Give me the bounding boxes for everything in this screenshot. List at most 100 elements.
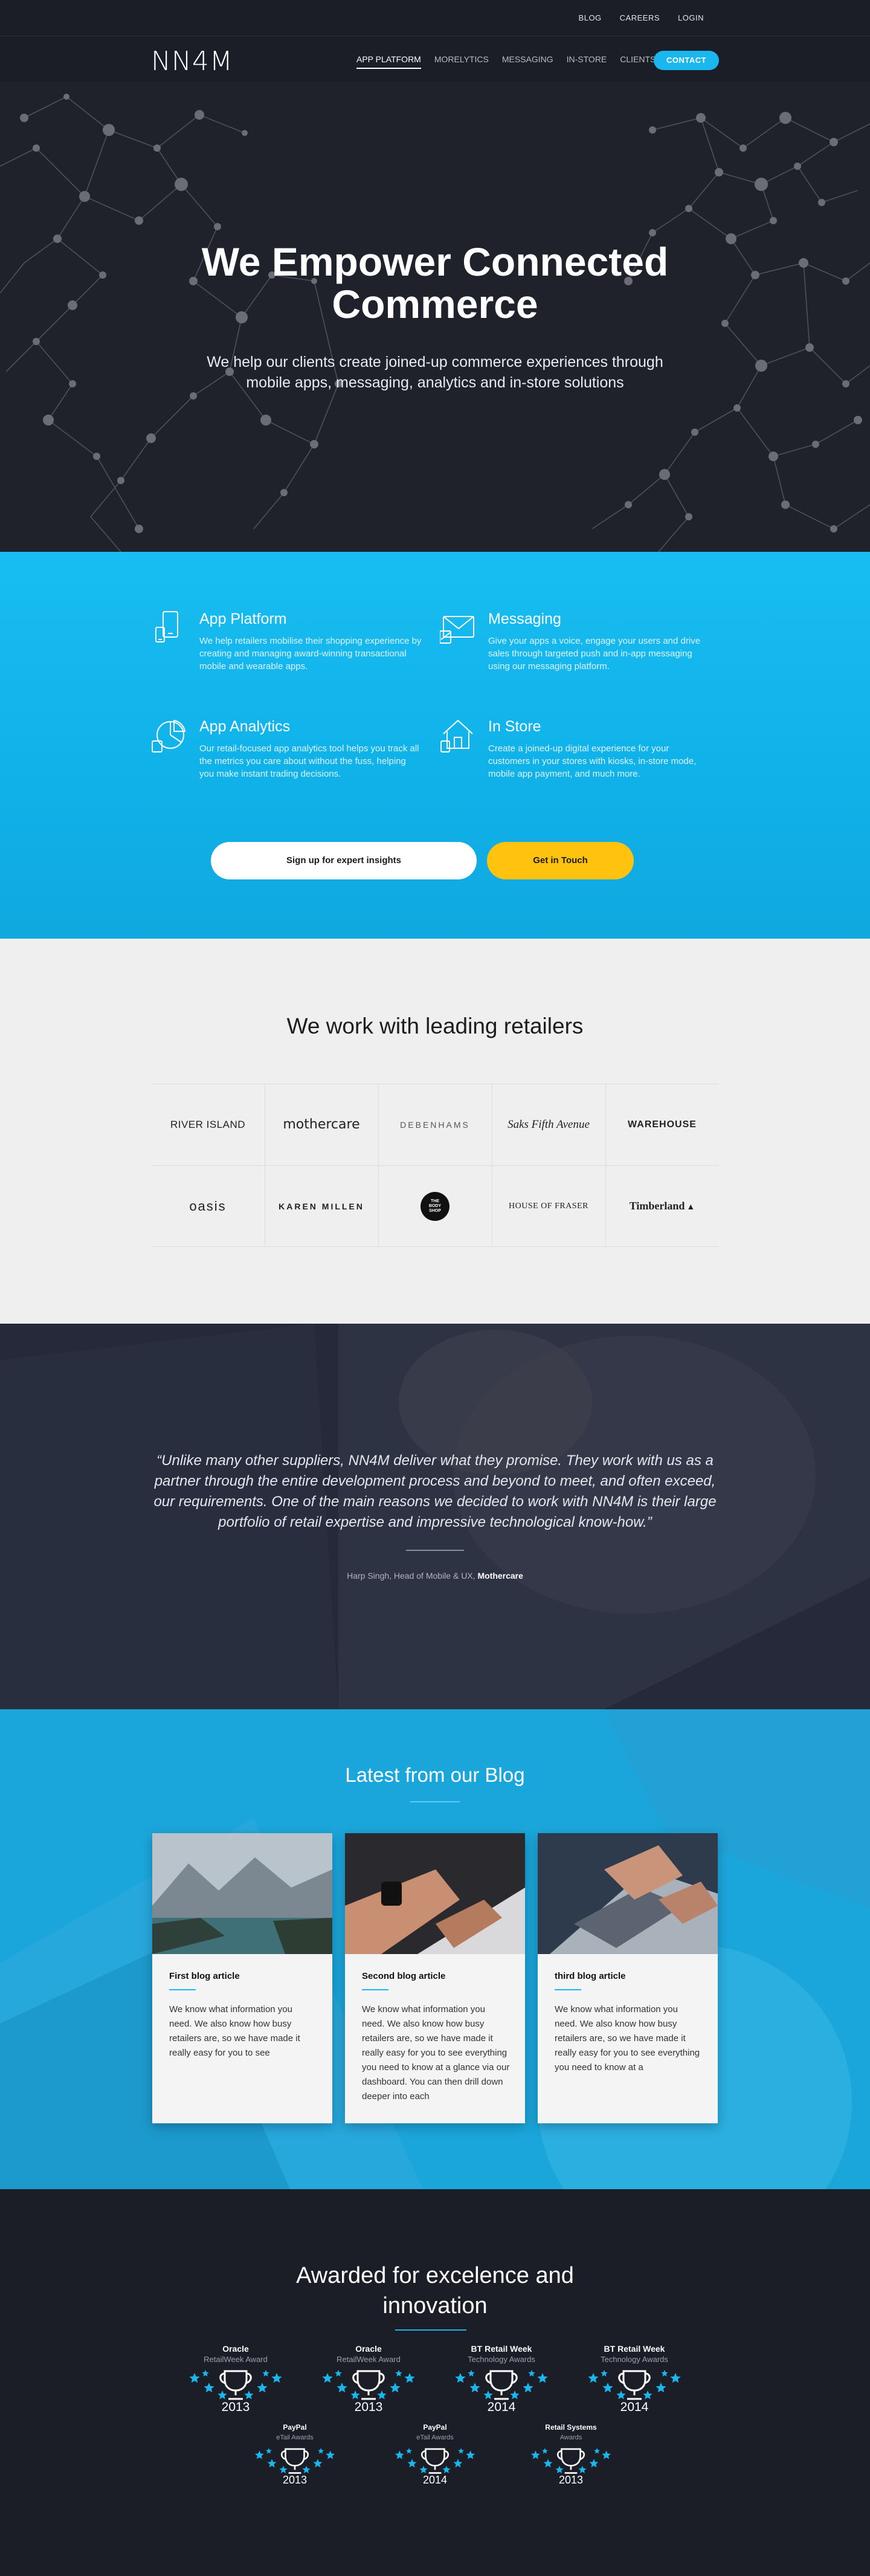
award-paypal-2013: PayPal eTail Awards 2013 [246,2422,343,2487]
card-divider [362,1989,388,1990]
service-title: In Store [488,718,541,735]
logo-house-of-fraser: HOUSE OF FRASER [509,1201,588,1211]
testimonial-author: Harp Singh, Head of Mobile & UX, Motherc… [347,1571,523,1581]
service-title: Messaging [488,610,561,627]
star-icon [543,2459,553,2468]
logo-timberland: Timberland ▲ [629,1200,695,1212]
star-icon [530,2450,540,2459]
star-icon [656,2383,666,2393]
star-icon [670,2373,681,2383]
logo-the-body-shop: THE BODY SHOP [378,1165,492,1247]
award-paypal-2014: PayPal eTail Awards 2014 [387,2422,483,2487]
star-icon [643,2390,652,2400]
card-divider [169,1989,196,1990]
blog-title: Latest from our Blog [345,1764,525,1786]
star-icon [510,2390,520,2400]
blog-card-3[interactable]: third blog article We know what informat… [538,1833,718,2123]
star-icon [455,2373,466,2383]
award-oracle-2013-b: Oracle RetailWeek Award 2013 [314,2344,423,2415]
main-navigation: NN4M APP PLATFORM MORELYTICS MESSAGING I… [0,36,870,82]
star-icon [453,2459,463,2468]
blog-card-1[interactable]: First blog article We know what informat… [152,1833,332,2123]
nav-item-in-store[interactable]: IN-STORE [567,54,607,69]
retailers-title: We work with leading retailers [286,1014,584,1038]
blog-card-2[interactable]: Second blog article We know what informa… [345,1833,525,2123]
star-icon [350,2390,360,2400]
hero-section: We Empower Connected Commerce We help ou… [0,82,870,552]
get-in-touch-button[interactable]: Get in Touch [487,842,634,879]
awards-title: Awarded for excelence and innovation [296,2263,574,2319]
star-icon [313,2459,323,2468]
blog-post-title[interactable]: First blog article [169,1971,240,1981]
signup-insights-button[interactable]: Sign up for expert insights [211,842,477,879]
star-icon [244,2390,254,2400]
star-icon [335,2370,342,2377]
service-title: App Platform [199,610,287,627]
blog-link[interactable]: BLOG [579,13,602,22]
trophy-stars-icon [588,2370,681,2400]
hero-subtitle: We help our clients create joined-up com… [207,354,663,391]
login-link[interactable]: LOGIN [678,13,704,22]
star-icon [523,2383,533,2393]
star-icon [537,2373,548,2383]
star-icon [458,2448,465,2454]
trophy-stars-icon [189,2370,282,2400]
service-description: Create a joined-up digital experience fo… [488,743,697,779]
retailers-section: We work with leading retailers RIVER ISL… [0,939,870,1324]
blog-post-excerpt: We know what information you need. We al… [169,2004,300,2058]
star-icon [337,2383,347,2393]
mobile-devices-icon [155,611,178,642]
star-icon [589,2459,599,2468]
site-logo[interactable]: NN4M [151,46,233,77]
star-icon [377,2390,387,2400]
logo-oasis: oasis [189,1198,227,1214]
trophy-stars-icon [395,2448,475,2474]
star-icon [616,2390,626,2400]
blog-post-title[interactable]: Second blog article [362,1971,445,1981]
nav-item-morelytics[interactable]: MORELYTICS [434,54,489,69]
star-icon [602,2450,611,2459]
services-section: App Platform We help retailers mobilise … [0,552,870,939]
award-oracle-2013-a: Oracle RetailWeek Award 2013 [181,2344,290,2415]
utility-bar: BLOG CAREERS LOGIN [0,0,870,36]
star-icon [204,2383,214,2393]
blog-image-smartwatch [345,1833,525,1954]
star-icon [390,2383,401,2393]
nav-item-messaging[interactable]: MESSAGING [502,54,553,69]
star-icon [407,2459,417,2468]
star-icon [602,2383,613,2393]
star-icon [395,2370,402,2377]
card-divider [555,1989,581,1990]
retailer-logo-grid: RIVER ISLAND mothercare DEBENHAMS Saks F… [151,1084,719,1247]
store-home-icon [440,719,473,752]
star-icon [419,2465,428,2473]
nav-item-clients[interactable]: CLIENTS [620,54,656,69]
star-icon [578,2465,587,2473]
logo-mothercare: mothercare [283,1117,360,1132]
award-bt-retail-week-2014-a: BT Retail Week Technology Awards 2014 [447,2344,556,2415]
star-icon [588,2373,599,2383]
star-icon [257,2383,268,2393]
trophy-stars-icon [322,2370,415,2400]
trophy-stars-icon [530,2448,611,2474]
star-icon [466,2450,475,2459]
testimonial-company: Mothercare [477,1571,523,1581]
star-icon [555,2465,564,2473]
star-icon [395,2450,404,2459]
star-icon [265,2448,272,2454]
testimonial-quote: “Unlike many other suppliers, NN4M deliv… [153,1452,717,1530]
awards-section: Awarded for excelence and innovation Ora… [0,2189,870,2576]
star-icon [202,2370,209,2377]
blog-post-title[interactable]: third blog article [555,1971,626,1981]
star-icon [262,2370,269,2377]
star-icon [189,2373,200,2383]
star-icon [594,2448,601,2454]
nav-item-app-platform[interactable]: APP PLATFORM [356,54,421,69]
blog-section: Latest from our Blog First blog article … [0,1709,870,2189]
careers-link[interactable]: CAREERS [620,13,660,22]
awards-title-divider [395,2329,466,2331]
quote-divider [406,1550,464,1551]
star-icon [468,2370,475,2377]
star-icon [254,2450,264,2459]
contact-button[interactable]: CONTACT [654,51,719,70]
